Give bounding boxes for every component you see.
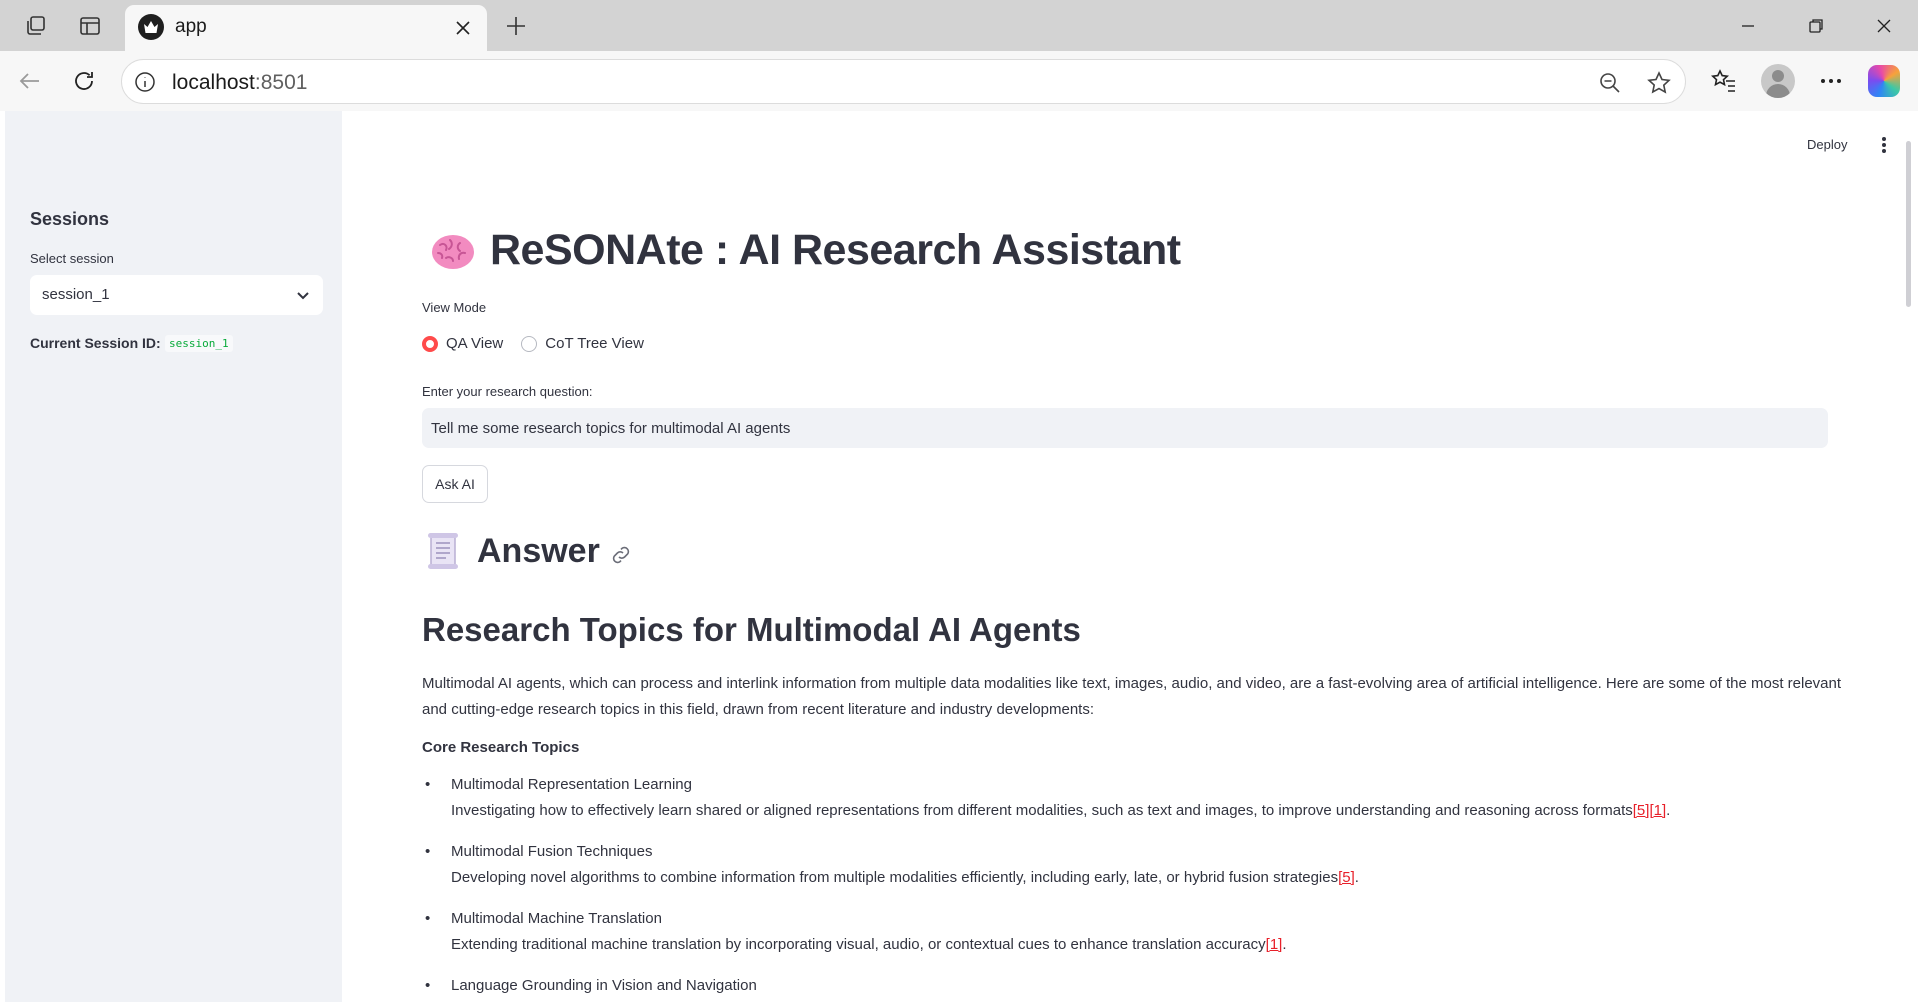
current-session-label: Current Session ID: bbox=[30, 335, 161, 351]
answer-section-title: Research Topics for Multimodal AI Agents bbox=[422, 611, 1081, 648]
favorites-icon[interactable] bbox=[1706, 63, 1742, 99]
citation-link[interactable]: [5] bbox=[1633, 802, 1650, 819]
copilot-icon[interactable] bbox=[1868, 65, 1900, 97]
citation-link[interactable]: [1] bbox=[1266, 936, 1283, 953]
new-tab-icon[interactable] bbox=[500, 10, 532, 42]
question-input[interactable] bbox=[422, 408, 1828, 448]
url-text: localhost:8501 bbox=[172, 71, 308, 94]
app-favicon-icon bbox=[138, 14, 164, 40]
close-tab-icon[interactable] bbox=[451, 16, 475, 40]
core-topics-heading: Core Research Topics bbox=[422, 739, 580, 756]
view-mode-radio-group: QA View CoT Tree View bbox=[422, 335, 662, 352]
radio-cot-tree-view[interactable]: CoT Tree View bbox=[521, 335, 644, 352]
sidebar-title: Sessions bbox=[30, 209, 110, 229]
tab-title: app bbox=[175, 16, 207, 37]
browser-tab-bar: app bbox=[0, 0, 1918, 51]
view-mode-label: View Mode bbox=[422, 300, 487, 315]
browser-toolbar: localhost:8501 bbox=[0, 51, 1918, 111]
answer-heading: Answer bbox=[425, 531, 632, 571]
more-icon[interactable] bbox=[1813, 63, 1849, 99]
list-item: Multimodal Machine Translation Extending… bbox=[422, 906, 1842, 958]
workspaces-icon[interactable] bbox=[21, 11, 51, 41]
list-item: Multimodal Representation Learning Inves… bbox=[422, 772, 1842, 824]
kebab-menu-icon[interactable] bbox=[1878, 133, 1890, 157]
chevron-down-icon bbox=[295, 287, 311, 303]
topics-list: Multimodal Representation Learning Inves… bbox=[422, 772, 1842, 1002]
list-item: Multimodal Fusion Techniques Developing … bbox=[422, 839, 1842, 891]
ask-ai-button[interactable]: Ask AI bbox=[422, 465, 488, 503]
question-label: Enter your research question: bbox=[422, 384, 593, 399]
citation-link[interactable]: [1] bbox=[1649, 802, 1666, 819]
select-session-label: Select session bbox=[30, 251, 114, 266]
address-bar[interactable]: localhost:8501 bbox=[121, 59, 1686, 104]
close-window-icon[interactable] bbox=[1862, 8, 1906, 44]
session-select[interactable]: session_1 bbox=[30, 275, 323, 315]
session-select-value: session_1 bbox=[42, 286, 110, 303]
scroll-icon bbox=[428, 533, 458, 569]
profile-icon[interactable] bbox=[1761, 64, 1795, 98]
answer-title: Answer bbox=[477, 531, 600, 570]
current-session-id: session_1 bbox=[165, 335, 233, 352]
main-content: Deploy ReSONAte : AI Research Assistant … bbox=[342, 111, 1913, 1002]
citation-link[interactable]: [5] bbox=[1338, 869, 1355, 886]
brain-icon bbox=[432, 234, 474, 269]
radio-qa-view[interactable]: QA View bbox=[422, 335, 503, 352]
link-icon[interactable] bbox=[610, 544, 632, 566]
deploy-button[interactable]: Deploy bbox=[1807, 137, 1847, 152]
zoom-out-icon[interactable] bbox=[1596, 69, 1624, 97]
restore-icon[interactable] bbox=[1794, 8, 1838, 44]
tab-actions-icon[interactable] bbox=[75, 11, 105, 41]
answer-intro: Multimodal AI agents, which can process … bbox=[422, 675, 1842, 718]
list-item: Language Grounding in Vision and Navigat… bbox=[422, 973, 1842, 999]
page-title: ReSONAte : AI Research Assistant bbox=[430, 226, 1181, 275]
favorite-star-icon[interactable] bbox=[1645, 69, 1673, 97]
app-title: ReSONAte : AI Research Assistant bbox=[490, 226, 1181, 274]
back-icon[interactable] bbox=[12, 63, 48, 99]
refresh-icon[interactable] bbox=[66, 63, 102, 99]
streamlit-app: Sessions Select session session_1 Curren… bbox=[5, 111, 1913, 1002]
site-info-icon[interactable] bbox=[133, 70, 157, 94]
sidebar: Sessions Select session session_1 Curren… bbox=[5, 111, 342, 1002]
browser-tab-app[interactable]: app bbox=[125, 5, 487, 51]
minimize-icon[interactable] bbox=[1726, 8, 1770, 44]
scrollbar-thumb[interactable] bbox=[1906, 141, 1911, 307]
